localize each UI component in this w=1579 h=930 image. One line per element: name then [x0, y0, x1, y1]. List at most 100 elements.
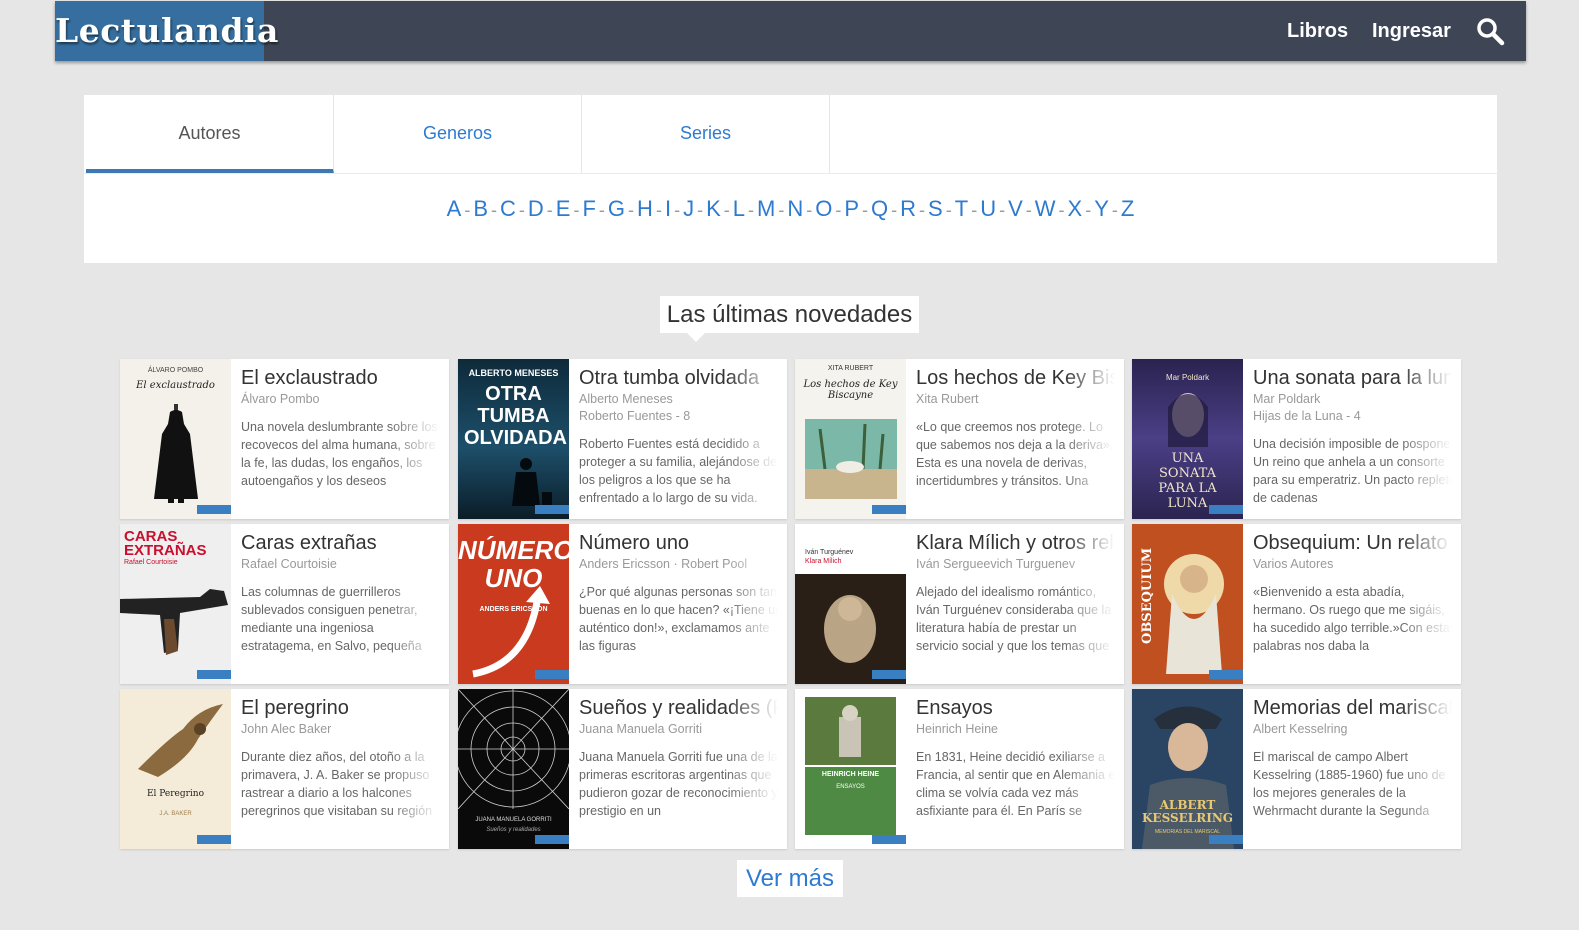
alphabet-letter-b[interactable]: B — [473, 196, 488, 221]
book-card[interactable]: Mar Poldark UNA SONATA PARA LA LUNA Una … — [1132, 359, 1461, 519]
search-icon[interactable] — [1475, 16, 1505, 46]
book-author[interactable]: Rafael Courtoisie — [241, 556, 449, 573]
alphabet-letter-r[interactable]: R — [900, 196, 916, 221]
book-author[interactable]: Alberto Meneses — [579, 391, 787, 408]
cover-author-text: Mar Poldark — [1165, 373, 1210, 382]
alphabet-separator: - — [628, 200, 635, 220]
book-cover[interactable]: XITA RUBERT Los hechos de Key Biscayne — [795, 359, 906, 519]
alphabet-letter-o[interactable]: O — [815, 196, 832, 221]
site-logo[interactable]: Lectulandia — [55, 1, 278, 61]
alphabet-letter-u[interactable]: U — [980, 196, 996, 221]
alphabet-separator: - — [778, 200, 785, 220]
book-series[interactable]: Roberto Fuentes - 8 — [579, 408, 787, 425]
book-card[interactable]: XITA RUBERT Los hechos de Key Biscayne L… — [795, 359, 1124, 519]
book-description: «Bienvenido a esta abadía, hermano. Os r… — [1253, 585, 1456, 653]
book-description: El mariscal de campo Albert Kesselring (… — [1253, 750, 1446, 818]
alphabet-letter-a[interactable]: A — [447, 196, 462, 221]
alphabet-separator: - — [835, 200, 842, 220]
book-title[interactable]: Memorias del mariscal — [1253, 695, 1461, 721]
book-author[interactable]: Álvaro Pombo — [241, 391, 449, 408]
book-title[interactable]: Número uno — [579, 530, 787, 556]
book-card[interactable]: HEINRICH HEINE ENSAYOS Ensayos Heinrich … — [795, 689, 1124, 849]
alphabet-letter-f[interactable]: F — [582, 196, 595, 221]
book-cover[interactable]: El Peregrino J.A. BAKER — [120, 689, 231, 849]
book-title[interactable]: Klara Mílich y otros relatos — [916, 530, 1124, 556]
alphabet-letter-n[interactable]: N — [787, 196, 803, 221]
book-title[interactable]: Caras extrañas — [241, 530, 449, 556]
book-author[interactable]: Mar Poldark — [1253, 391, 1461, 408]
alphabet-letter-p[interactable]: P — [844, 196, 859, 221]
book-title[interactable]: El exclaustrado — [241, 365, 449, 391]
book-cover[interactable]: JUANA MANUELA GORRITI Sueños y realidade… — [458, 689, 569, 849]
alphabet-separator: - — [697, 200, 704, 220]
beach-illustration — [805, 419, 897, 499]
book-author[interactable]: Heinrich Heine — [916, 721, 1124, 738]
alphabet-letter-y[interactable]: Y — [1094, 196, 1109, 221]
book-cover[interactable]: NÚMERO UNO ANDERS ERICSSON — [458, 524, 569, 684]
book-cover[interactable]: Mar Poldark UNA SONATA PARA LA LUNA — [1132, 359, 1243, 519]
alphabet-letter-w[interactable]: W — [1035, 196, 1056, 221]
cover-green-block: HEINRICH HEINE ENSAYOS — [805, 767, 896, 835]
alphabet-letter-m[interactable]: M — [757, 196, 775, 221]
book-title[interactable]: Una sonata para la luna — [1253, 365, 1461, 391]
book-cover[interactable]: CARAS EXTRAÑAS Rafael Courtoisie — [120, 524, 231, 684]
alphabet-letter-x[interactable]: X — [1068, 196, 1083, 221]
alphabet-separator: - — [491, 200, 497, 220]
cover-author-text: Sueños y realidades — [486, 827, 541, 833]
book-card[interactable]: NÚMERO UNO ANDERS ERICSSON Número uno An… — [458, 524, 787, 684]
tab-generos[interactable]: Generos — [334, 95, 582, 174]
book-info: Una sonata para la luna Mar Poldark Hija… — [1253, 365, 1461, 519]
book-card[interactable]: CARAS EXTRAÑAS Rafael Courtoisie Caras e… — [120, 524, 449, 684]
alphabet-letter-q[interactable]: Q — [871, 196, 888, 221]
book-author[interactable]: Xita Rubert — [916, 391, 1124, 408]
book-cover[interactable]: ALBERTO MENESES OTRA TUMBA OLVIDADA — [458, 359, 569, 519]
alphabet-letter-c[interactable]: C — [500, 196, 516, 221]
alphabet-letter-i[interactable]: I — [665, 196, 671, 221]
alphabet-letter-j[interactable]: J — [683, 196, 694, 221]
book-title[interactable]: Ensayos — [916, 695, 1124, 721]
alphabet-letter-s[interactable]: S — [928, 196, 943, 221]
book-card[interactable]: JUANA MANUELA GORRITI Sueños y realidade… — [458, 689, 787, 849]
book-author[interactable]: Juana Manuela Gorriti — [579, 721, 787, 738]
book-card[interactable]: OBSEQUIUM Obsequium: Un relato Varios Au… — [1132, 524, 1461, 684]
alphabet-letter-t[interactable]: T — [955, 196, 968, 221]
alphabet-letter-e[interactable]: E — [556, 196, 571, 221]
alphabet-letter-h[interactable]: H — [637, 196, 653, 221]
book-cover[interactable]: ALBERT KESSELRING MEMORIAS DEL MARISCAL — [1132, 689, 1243, 849]
book-cover[interactable]: ÁLVARO POMBO El exclaustrado — [120, 359, 231, 519]
section-title-text: Las últimas novedades — [666, 301, 913, 328]
tab-autores[interactable]: Autores — [86, 95, 334, 174]
book-card[interactable]: Iván Turguénev Klara Mílich Klara Mílich… — [795, 524, 1124, 684]
nav-libros-link[interactable]: Libros — [1287, 1, 1348, 61]
book-card[interactable]: ÁLVARO POMBO El exclaustrado El exclaust… — [120, 359, 449, 519]
alphabet-letter-g[interactable]: G — [608, 196, 625, 221]
alphabet-letter-k[interactable]: K — [706, 196, 721, 221]
book-card[interactable]: ALBERTO MENESES OTRA TUMBA OLVIDADA Otra… — [458, 359, 787, 519]
cover-author-text: ALBERTO MENESES — [468, 368, 559, 378]
book-series[interactable]: Hijas de la Luna - 4 — [1253, 408, 1461, 425]
book-author[interactable]: Anders Ericsson · Robert Pool — [579, 556, 787, 573]
tab-series[interactable]: Series — [582, 95, 830, 174]
alphabet-letter-z[interactable]: Z — [1121, 196, 1134, 221]
alphabet-letter-d[interactable]: D — [528, 196, 544, 221]
alphabet-letter-l[interactable]: L — [733, 196, 745, 221]
book-title[interactable]: El peregrino — [241, 695, 449, 721]
book-author[interactable]: Albert Kesselring — [1253, 721, 1461, 738]
book-title[interactable]: Sueños y realidades (Fragmentos) — [579, 695, 787, 721]
alphabet-letter-v[interactable]: V — [1008, 196, 1023, 221]
book-cover[interactable]: Iván Turguénev Klara Mílich — [795, 524, 906, 684]
book-title[interactable]: Los hechos de Key Biscayne — [916, 365, 1124, 391]
book-author[interactable]: Iván Sergueevich Turguenev — [916, 556, 1124, 573]
ver-mas-button[interactable]: Ver más — [737, 860, 843, 897]
book-description: Las columnas de guerrilleros sublevados … — [241, 585, 422, 653]
book-author[interactable]: John Alec Baker — [241, 721, 449, 738]
book-card[interactable]: ALBERT KESSELRING MEMORIAS DEL MARISCAL … — [1132, 689, 1461, 849]
book-cover[interactable]: OBSEQUIUM — [1132, 524, 1243, 684]
nav-ingresar-link[interactable]: Ingresar — [1372, 1, 1451, 61]
alphabet-separator: - — [1025, 200, 1032, 220]
book-author[interactable]: Varios Autores — [1253, 556, 1461, 573]
book-cover[interactable]: HEINRICH HEINE ENSAYOS — [795, 689, 906, 849]
book-card[interactable]: El Peregrino J.A. BAKER El peregrino Joh… — [120, 689, 449, 849]
book-title[interactable]: Otra tumba olvidada — [579, 365, 787, 391]
book-title[interactable]: Obsequium: Un relato — [1253, 530, 1461, 556]
